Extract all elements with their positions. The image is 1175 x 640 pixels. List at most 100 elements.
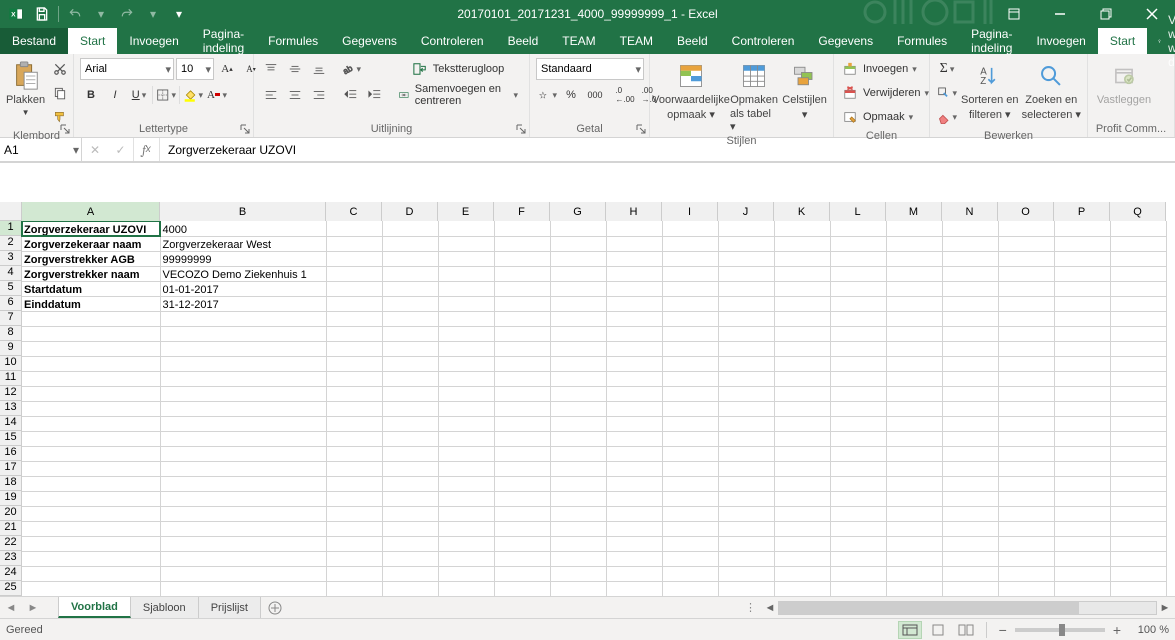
- cell-H14[interactable]: [606, 416, 662, 431]
- cell-I18[interactable]: [662, 476, 718, 491]
- cell-H1[interactable]: [606, 221, 662, 236]
- cell-E3[interactable]: [438, 251, 494, 266]
- name-box[interactable]: A1▾: [0, 138, 82, 161]
- row-header-20[interactable]: 20: [0, 506, 22, 521]
- cell-C16[interactable]: [326, 446, 382, 461]
- cell-J15[interactable]: [718, 431, 774, 446]
- column-header-F[interactable]: F: [494, 202, 550, 221]
- cell-Q7[interactable]: [1110, 311, 1166, 326]
- cell-Q18[interactable]: [1110, 476, 1166, 491]
- cell-L5[interactable]: [830, 281, 886, 296]
- cell-M25[interactable]: [886, 581, 942, 596]
- cell-O21[interactable]: [998, 521, 1054, 536]
- cell-K7[interactable]: [774, 311, 830, 326]
- align-center-button[interactable]: [284, 84, 306, 106]
- cell-A13[interactable]: [22, 401, 160, 416]
- cell-K13[interactable]: [774, 401, 830, 416]
- cell-B15[interactable]: [160, 431, 326, 446]
- percent-button[interactable]: %: [560, 84, 582, 106]
- cell-P24[interactable]: [1054, 566, 1110, 581]
- cell-G10[interactable]: [550, 356, 606, 371]
- number-format-combo[interactable]: Standaard▾: [536, 58, 644, 80]
- scroll-right-button[interactable]: ►: [1157, 600, 1173, 616]
- cell-O17[interactable]: [998, 461, 1054, 476]
- cell-A24[interactable]: [22, 566, 160, 581]
- cell-B22[interactable]: [160, 536, 326, 551]
- align-top-button[interactable]: [260, 58, 282, 80]
- cell-N14[interactable]: [942, 416, 998, 431]
- cell-G11[interactable]: [550, 371, 606, 386]
- fill-color-button[interactable]: [182, 84, 204, 106]
- cell-C2[interactable]: [326, 236, 382, 251]
- font-name-combo[interactable]: Arial▾: [80, 58, 174, 80]
- cell-M8[interactable]: [886, 326, 942, 341]
- cell-P2[interactable]: [1054, 236, 1110, 251]
- cell-G1[interactable]: [550, 221, 606, 236]
- cell-P4[interactable]: [1054, 266, 1110, 281]
- cell-A22[interactable]: [22, 536, 160, 551]
- cell-J10[interactable]: [718, 356, 774, 371]
- cell-F13[interactable]: [494, 401, 550, 416]
- row-header-15[interactable]: 15: [0, 431, 22, 446]
- cell-K21[interactable]: [774, 521, 830, 536]
- clear-button[interactable]: [936, 106, 958, 128]
- cell-C22[interactable]: [326, 536, 382, 551]
- cell-I3[interactable]: [662, 251, 718, 266]
- cell-L21[interactable]: [830, 521, 886, 536]
- clipboard-dialog-launcher[interactable]: [59, 123, 71, 135]
- cell-O18[interactable]: [998, 476, 1054, 491]
- cut-button[interactable]: [49, 58, 71, 80]
- cell-P21[interactable]: [1054, 521, 1110, 536]
- ribbon-tab-controleren[interactable]: Controleren: [409, 28, 496, 54]
- cell-Q24[interactable]: [1110, 566, 1166, 581]
- cell-P15[interactable]: [1054, 431, 1110, 446]
- cell-I8[interactable]: [662, 326, 718, 341]
- cell-D7[interactable]: [382, 311, 438, 326]
- cell-I13[interactable]: [662, 401, 718, 416]
- cell-O20[interactable]: [998, 506, 1054, 521]
- cell-O9[interactable]: [998, 341, 1054, 356]
- cell-Q9[interactable]: [1110, 341, 1166, 356]
- cell-N11[interactable]: [942, 371, 998, 386]
- cell-C5[interactable]: [326, 281, 382, 296]
- format-cells-button[interactable]: Opmaak: [840, 106, 916, 128]
- find-select-button[interactable]: Zoeken en selecteren ▾: [1022, 58, 1082, 121]
- cell-K1[interactable]: [774, 221, 830, 236]
- cell-G15[interactable]: [550, 431, 606, 446]
- cell-G13[interactable]: [550, 401, 606, 416]
- row-header-16[interactable]: 16: [0, 446, 22, 461]
- cell-H23[interactable]: [606, 551, 662, 566]
- cell-J18[interactable]: [718, 476, 774, 491]
- cell-J25[interactable]: [718, 581, 774, 596]
- cell-K22[interactable]: [774, 536, 830, 551]
- alignment-dialog-launcher[interactable]: [515, 123, 527, 135]
- normal-view-button[interactable]: [898, 621, 922, 639]
- cell-P13[interactable]: [1054, 401, 1110, 416]
- cell-N12[interactable]: [942, 386, 998, 401]
- align-middle-button[interactable]: [284, 58, 306, 80]
- restore-button[interactable]: [1083, 0, 1129, 28]
- cell-J16[interactable]: [718, 446, 774, 461]
- cell-J12[interactable]: [718, 386, 774, 401]
- cell-I23[interactable]: [662, 551, 718, 566]
- cell-C13[interactable]: [326, 401, 382, 416]
- cell-F15[interactable]: [494, 431, 550, 446]
- cell-F2[interactable]: [494, 236, 550, 251]
- cell-P6[interactable]: [1054, 296, 1110, 311]
- cell-K5[interactable]: [774, 281, 830, 296]
- cell-F24[interactable]: [494, 566, 550, 581]
- cell-B14[interactable]: [160, 416, 326, 431]
- cell-K16[interactable]: [774, 446, 830, 461]
- sort-filter-button[interactable]: AZ Sorteren en filteren ▾: [960, 58, 1020, 121]
- cell-Q23[interactable]: [1110, 551, 1166, 566]
- cell-I7[interactable]: [662, 311, 718, 326]
- file-tab[interactable]: Bestand: [0, 28, 68, 54]
- cell-M9[interactable]: [886, 341, 942, 356]
- cell-D12[interactable]: [382, 386, 438, 401]
- cell-B18[interactable]: [160, 476, 326, 491]
- cell-F3[interactable]: [494, 251, 550, 266]
- cell-J5[interactable]: [718, 281, 774, 296]
- cell-D20[interactable]: [382, 506, 438, 521]
- cell-H10[interactable]: [606, 356, 662, 371]
- column-header-G[interactable]: G: [550, 202, 606, 221]
